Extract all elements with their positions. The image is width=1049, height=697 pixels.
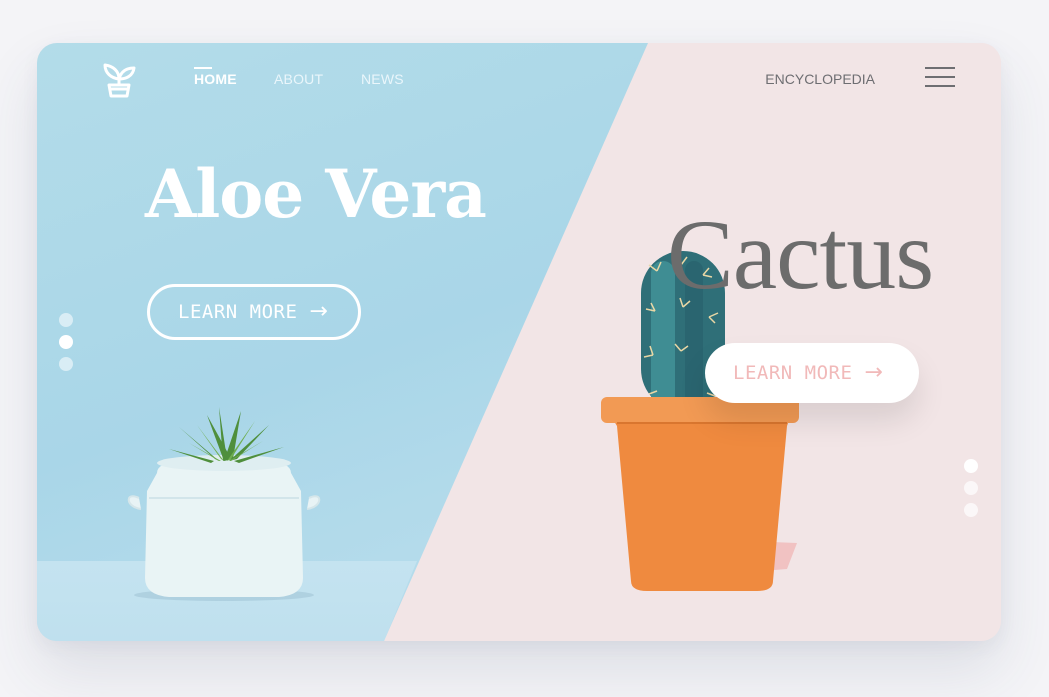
- arrow-right-icon: →: [309, 299, 329, 324]
- aloe-learn-more-button[interactable]: LEARN MORE →: [147, 284, 361, 340]
- nav-news-link[interactable]: NEWS: [361, 71, 404, 87]
- aloe-learn-more-label: LEARN MORE: [178, 301, 298, 323]
- cactus-learn-more-button[interactable]: LEARN MORE →: [705, 343, 919, 403]
- pagination-dot[interactable]: [964, 503, 978, 517]
- right-pagination-dots: [964, 459, 978, 517]
- cactus-learn-more-label: LEARN MORE: [733, 362, 853, 384]
- aloe-plant-image: [127, 407, 321, 601]
- aloe-vera-title: Aloe Vera: [145, 155, 487, 233]
- nav-about-link[interactable]: ABOUT: [274, 71, 323, 87]
- pagination-dot-active[interactable]: [59, 335, 73, 349]
- cactus-title: Cactus: [667, 199, 934, 310]
- pagination-dot[interactable]: [59, 313, 73, 327]
- nav-encyclopedia-link[interactable]: ENCYCLOPEDIA: [765, 71, 875, 87]
- left-pagination-dots: [59, 313, 73, 371]
- pagination-dot[interactable]: [964, 481, 978, 495]
- hero-card: HOME ABOUT NEWS ENCYCLOPEDIA Aloe Vera L…: [37, 43, 1001, 641]
- pagination-dot[interactable]: [59, 357, 73, 371]
- potted-plant-icon[interactable]: [99, 59, 139, 99]
- nav-home-link[interactable]: HOME: [194, 67, 237, 87]
- arrow-right-icon: →: [864, 360, 884, 385]
- hamburger-menu-icon[interactable]: [925, 67, 955, 91]
- pagination-dot-active[interactable]: [964, 459, 978, 473]
